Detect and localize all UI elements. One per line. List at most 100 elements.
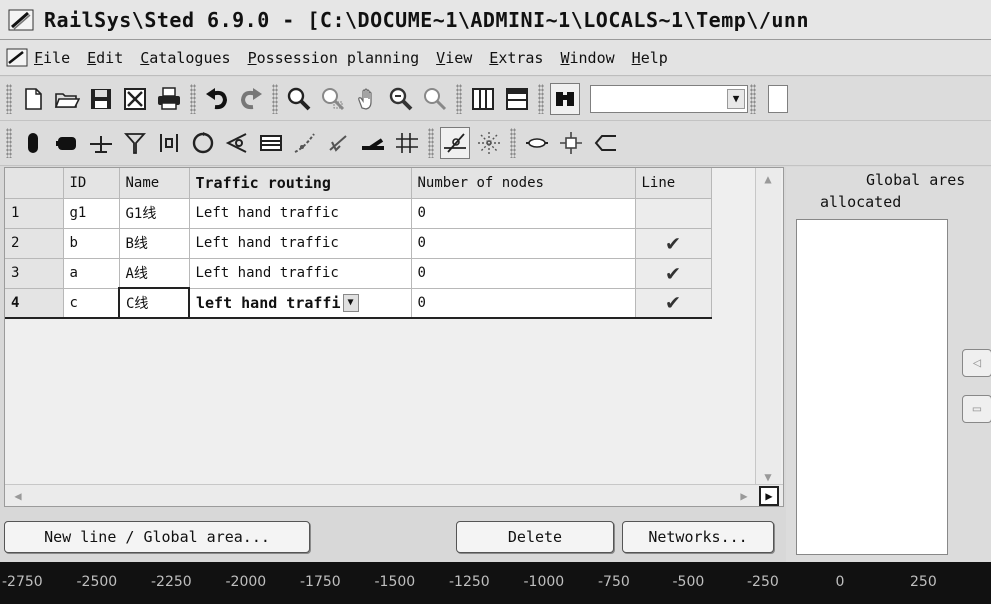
menu-edit[interactable]: Edit [87,49,123,67]
scroll-left-icon[interactable]: ◀ [9,487,27,505]
cell-name[interactable]: B线 [119,228,190,259]
secondary-combo[interactable] [768,84,788,113]
loop-icon[interactable] [188,127,218,159]
column-header-line[interactable]: Line [635,168,712,199]
cell-line[interactable]: ✔ [635,228,712,259]
print-icon[interactable] [154,83,184,115]
allocated-list[interactable] [796,219,948,555]
move-left-icon[interactable]: ◁ [962,349,991,377]
cell-number-of-nodes: 0 [411,258,636,289]
horizontal-scrollbar[interactable]: ◀ ▶ ▶ [5,484,783,506]
chevron-down-icon[interactable]: ▼ [727,88,745,109]
new-document-icon[interactable] [18,83,48,115]
buffer-stop-icon[interactable] [86,127,116,159]
cell-traffic-routing[interactable]: Left hand traffic [189,198,412,229]
delete-button[interactable]: Delete [456,521,614,553]
toolbar-grip[interactable] [6,128,12,158]
zoom-in-icon[interactable] [284,83,314,115]
cell-id[interactable]: a [63,258,120,289]
cell-name[interactable]: C线 [118,287,190,319]
toolbar-grip[interactable] [6,83,12,114]
table-row[interactable]: 2 b B线 Left hand traffic 0 ✔ [5,228,712,259]
zoom-fit-icon[interactable] [386,83,416,115]
route-curve-icon[interactable] [290,127,320,159]
cell-name[interactable]: G1线 [119,198,190,229]
cell-name[interactable]: A线 [119,258,190,289]
menu-window[interactable]: Window [560,49,614,67]
toolbar-grip[interactable] [750,83,756,114]
filter-icon[interactable] [120,127,150,159]
cell-id[interactable]: c [63,288,120,319]
vertical-scrollbar[interactable]: ▲ ▼ [755,168,781,488]
cell-id[interactable]: g1 [63,198,120,229]
row-number[interactable]: 2 [5,228,64,259]
track-contact-icon[interactable] [154,127,184,159]
undo-icon[interactable] [202,83,232,115]
new-line-global-area-button[interactable]: New line / Global area... [4,521,310,553]
window-layout-icon[interactable] [502,83,532,115]
table-row[interactable]: 3 a A线 Left hand traffic 0 ✔ [5,258,712,289]
cell-line[interactable]: ✔ [635,288,712,319]
zoom-area-icon[interactable] [318,83,348,115]
horn-icon[interactable] [222,127,252,159]
traffic-routing-select[interactable]: left hand traffi ▼ [196,293,359,312]
scroll-right-icon[interactable]: ▶ [735,487,753,505]
signal-icon[interactable] [18,127,48,159]
route-arrow-icon[interactable] [324,127,354,159]
split-view-icon[interactable] [468,83,498,115]
ramp-icon[interactable] [358,127,388,159]
level-crossing-icon[interactable] [522,127,552,159]
ruler-tick-label: -1750 [300,574,341,590]
menu-view[interactable]: View [436,49,472,67]
cell-traffic-routing[interactable]: Left hand traffic [189,228,412,259]
menu-file[interactable]: File [34,49,70,67]
toolbar-grip[interactable] [456,83,462,114]
table-row[interactable]: 1 g1 G1线 Left hand traffic 0 [5,198,712,229]
table-row-active[interactable]: 4 c C线 left hand traffi ▼ 0 ✔ [5,287,712,319]
toolbar-grip[interactable] [272,83,278,114]
toolbar-grip[interactable] [428,128,434,158]
open-folder-icon[interactable] [52,83,82,115]
pan-hand-icon[interactable] [352,83,382,115]
cell-traffic-routing[interactable]: Left hand traffic [189,258,412,289]
redo-icon[interactable] [236,83,266,115]
checkmark-icon: ✔ [666,230,680,256]
column-header-traffic-routing[interactable]: Traffic routing [189,168,412,199]
column-header-number-of-nodes[interactable]: Number of nodes [411,168,636,199]
standard-toolbar: ▼ [0,77,991,121]
menu-possession-planning[interactable]: Possession planning [248,49,420,67]
document-menu-icon[interactable] [6,47,28,69]
chevron-down-icon[interactable]: ▼ [342,293,359,312]
node-add-icon[interactable] [556,127,586,159]
junction-star-icon[interactable] [474,127,504,159]
row-number[interactable]: 4 [5,288,64,319]
cell-traffic-routing-editor[interactable]: left hand traffi ▼ [189,288,412,319]
crossing-icon[interactable] [392,127,422,159]
cell-line[interactable]: ✔ [635,258,712,289]
cell-id[interactable]: b [63,228,120,259]
column-header-id[interactable]: ID [63,168,120,199]
scroll-up-icon[interactable]: ▲ [759,170,777,188]
platform-icon[interactable] [256,127,286,159]
draw-line-icon[interactable] [440,127,470,159]
menu-extras[interactable]: Extras [489,49,543,67]
networks-button[interactable]: Networks... [622,521,774,553]
move-right-icon[interactable]: ▭ [962,395,991,423]
column-header-name[interactable]: Name [119,168,190,199]
toolbar-grip[interactable] [510,128,516,158]
binoculars-icon[interactable] [550,82,580,115]
switch-block-icon[interactable] [52,127,82,159]
close-document-icon[interactable] [120,83,150,115]
toolbar-grip[interactable] [538,83,544,114]
play-icon[interactable]: ▶ [759,486,779,506]
menu-catalogues[interactable]: Catalogues [140,49,230,67]
nav-left-icon[interactable] [590,127,620,159]
zoom-out-icon[interactable] [420,83,450,115]
row-number[interactable]: 3 [5,258,64,289]
cell-line[interactable] [635,198,712,229]
search-combo[interactable]: ▼ [590,84,748,113]
row-number[interactable]: 1 [5,198,64,229]
toolbar-grip[interactable] [190,83,196,114]
menu-help[interactable]: Help [632,49,668,67]
save-icon[interactable] [86,83,116,115]
